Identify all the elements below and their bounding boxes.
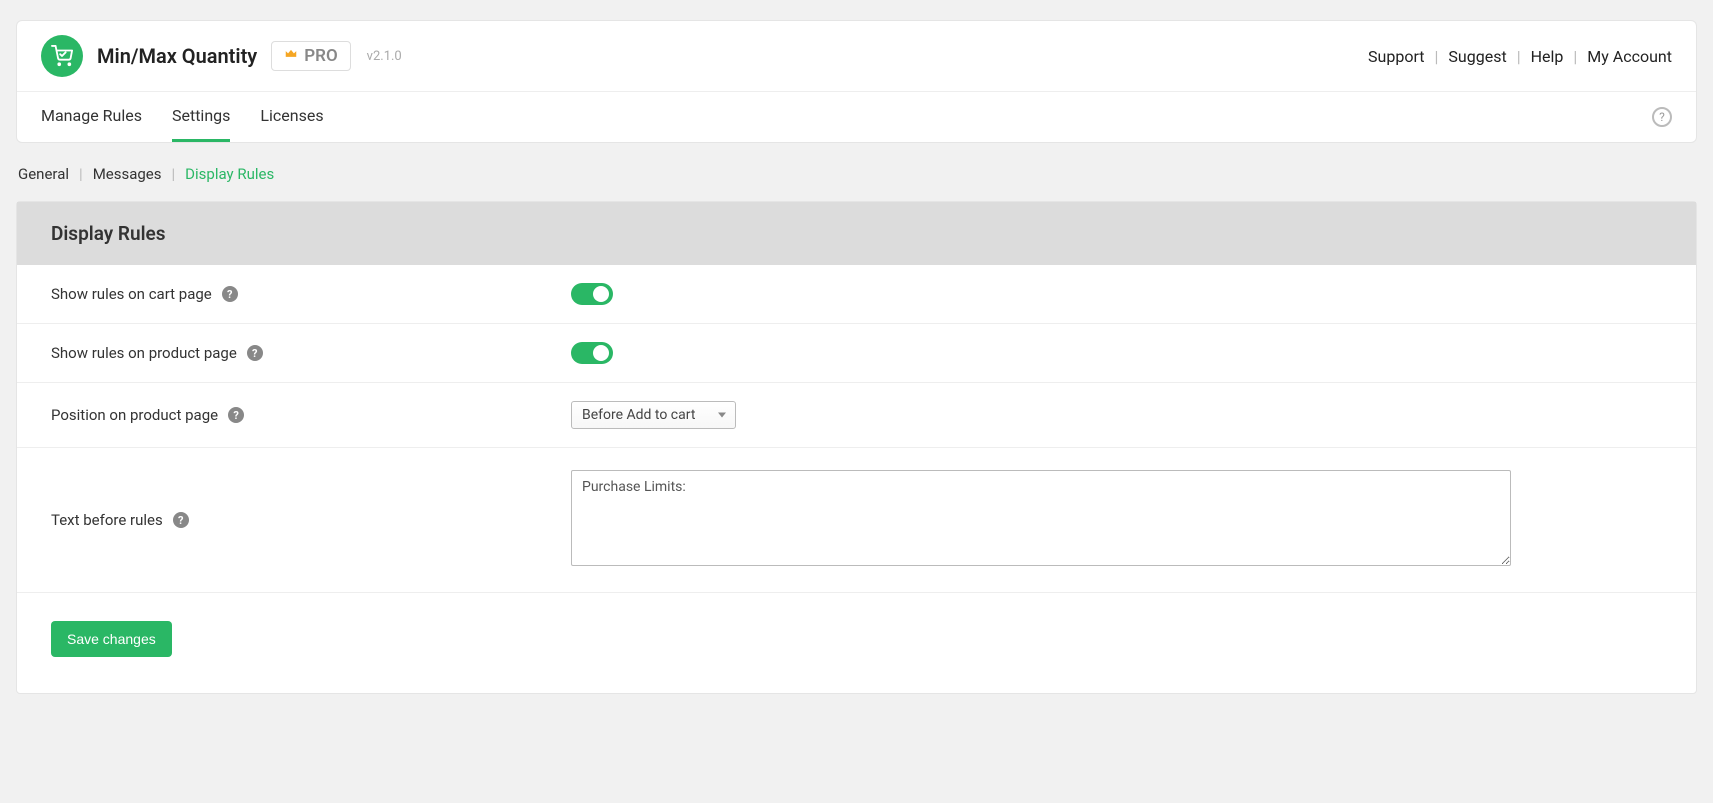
row-position: Position on product page ? Before Add to…: [17, 383, 1696, 448]
row-text-before: Text before rules ?: [17, 448, 1696, 593]
app-logo: [41, 35, 83, 77]
form-title: Display Rules: [51, 222, 1662, 245]
label-show-product: Show rules on product page: [51, 344, 237, 362]
label-text-before: Text before rules: [51, 511, 163, 529]
textarea-text-before[interactable]: [571, 470, 1511, 566]
tab-licenses[interactable]: Licenses: [260, 92, 323, 142]
help-icon[interactable]: ?: [228, 407, 244, 423]
help-icon[interactable]: ?: [173, 512, 189, 528]
link-suggest[interactable]: Suggest: [1448, 47, 1506, 66]
version-label: v2.1.0: [367, 49, 402, 64]
select-position[interactable]: Before Add to cart: [571, 401, 736, 429]
separator: |: [79, 165, 83, 183]
tabs: Manage Rules Settings Licenses ?: [17, 92, 1696, 142]
link-help[interactable]: Help: [1531, 47, 1564, 66]
help-icon[interactable]: ?: [222, 286, 238, 302]
crown-icon: [284, 47, 298, 65]
form-header: Display Rules: [17, 202, 1696, 265]
help-icon[interactable]: ?: [247, 345, 263, 361]
label-show-cart: Show rules on cart page: [51, 285, 212, 303]
toggle-knob: [593, 286, 609, 302]
subnav-general[interactable]: General: [18, 165, 69, 183]
toggle-show-cart[interactable]: [571, 283, 613, 305]
tab-settings[interactable]: Settings: [172, 92, 230, 142]
toggle-show-product[interactable]: [571, 342, 613, 364]
toggle-knob: [593, 345, 609, 361]
header: Min/Max Quantity PRO v2.1.0 Support | Su…: [17, 21, 1696, 92]
top-panel: Min/Max Quantity PRO v2.1.0 Support | Su…: [16, 20, 1697, 143]
form-panel: Display Rules Show rules on cart page ? …: [16, 201, 1697, 694]
separator: |: [1573, 47, 1577, 66]
row-show-product: Show rules on product page ?: [17, 324, 1696, 383]
tab-manage-rules[interactable]: Manage Rules: [41, 92, 142, 142]
subnav-display-rules[interactable]: Display Rules: [185, 165, 274, 183]
app-title: Min/Max Quantity: [97, 44, 257, 68]
select-position-value: Before Add to cart: [582, 407, 695, 423]
subnav: General | Messages | Display Rules: [16, 143, 1697, 201]
separator: |: [1435, 47, 1439, 66]
cart-icon: [51, 45, 73, 67]
header-left: Min/Max Quantity PRO v2.1.0: [41, 35, 402, 77]
separator: |: [172, 165, 176, 183]
header-links: Support | Suggest | Help | My Account: [1368, 47, 1672, 66]
pro-label: PRO: [304, 46, 337, 66]
subnav-messages[interactable]: Messages: [93, 165, 162, 183]
help-icon[interactable]: ?: [1652, 107, 1672, 127]
link-support[interactable]: Support: [1368, 47, 1424, 66]
save-button[interactable]: Save changes: [51, 621, 172, 657]
link-my-account[interactable]: My Account: [1587, 47, 1672, 66]
pro-badge: PRO: [271, 41, 350, 71]
form-actions: Save changes: [17, 593, 1696, 693]
chevron-down-icon: [718, 413, 726, 418]
label-position: Position on product page: [51, 406, 218, 424]
separator: |: [1517, 47, 1521, 66]
row-show-cart: Show rules on cart page ?: [17, 265, 1696, 324]
